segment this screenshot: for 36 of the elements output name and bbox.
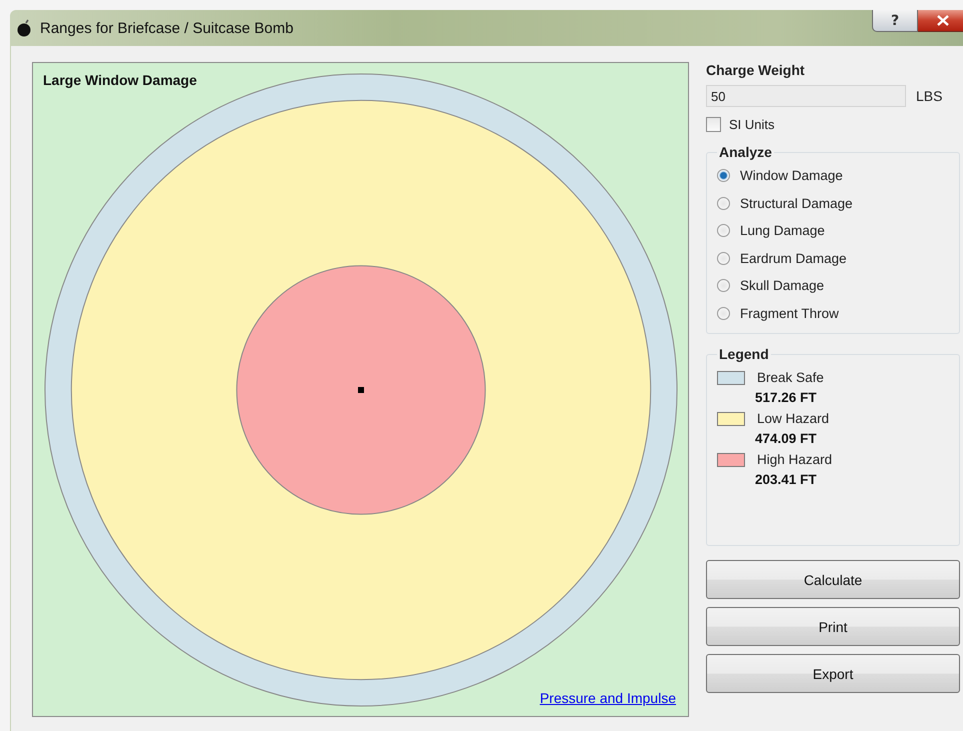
window-title: Ranges for Briefcase / Suitcase Bomb	[40, 20, 294, 36]
radio-label: Eardrum Damage	[740, 250, 847, 266]
diagram-title: Large Window Damage	[43, 72, 197, 88]
legend-label: High Hazard	[757, 452, 832, 467]
pressure-impulse-link[interactable]: Pressure and Impulse	[540, 690, 676, 706]
radio-button[interactable]	[717, 306, 730, 320]
radio-label: Structural Damage	[740, 196, 853, 211]
help-button[interactable]: ?	[872, 10, 918, 32]
radio-label: Skull Damage	[740, 278, 824, 294]
charge-marker	[358, 387, 364, 393]
action-button[interactable]: Export	[706, 654, 960, 693]
legend-value: 517.26 FT	[755, 390, 818, 405]
charge-weight-field[interactable]: 50	[706, 85, 906, 107]
action-button[interactable]: Print	[706, 607, 960, 646]
radio-button[interactable]	[717, 224, 730, 238]
close-icon	[936, 15, 948, 26]
radio-button[interactable]	[717, 196, 730, 210]
action-button[interactable]: Calculate	[706, 560, 960, 599]
radio-label: Fragment Throw	[740, 306, 839, 321]
legend-value: 474.09 FT	[755, 431, 818, 446]
radio-label: Window Damage	[740, 168, 843, 184]
bomb-icon	[16, 19, 32, 37]
si-units-checkbox[interactable]	[706, 117, 721, 132]
close-button[interactable]	[918, 10, 963, 32]
legend-label: Low Hazard	[757, 411, 830, 426]
unit-label: LBS	[916, 88, 942, 104]
analyze-title: Analyze	[718, 144, 773, 160]
radio-button[interactable]	[717, 169, 730, 182]
radio-button[interactable]	[717, 279, 730, 292]
radio-button[interactable]	[717, 252, 730, 265]
legend-value: 203.41 FT	[755, 472, 818, 487]
legend-title: Legend	[718, 346, 770, 362]
legend-label: Break Safe	[757, 370, 824, 385]
si-units-label: SI Units	[729, 117, 775, 132]
radio-label: Lung Damage	[740, 223, 825, 238]
charge-weight-label: Charge Weight	[706, 62, 806, 78]
